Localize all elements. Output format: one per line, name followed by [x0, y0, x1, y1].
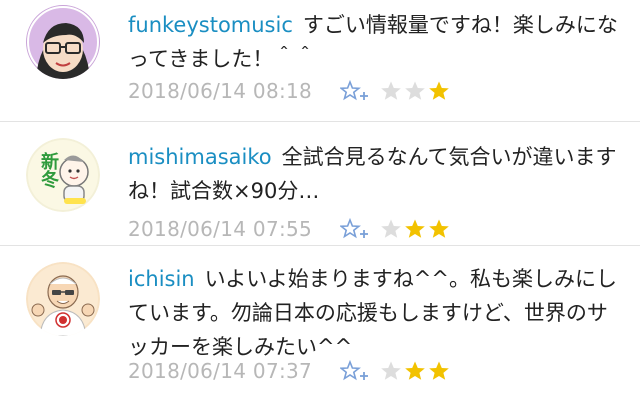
star-filled-icon[interactable] — [404, 218, 426, 240]
comment-text: mishimasaiko 全試合見るなんて気合いが違いますね！試合数×90分… — [128, 140, 618, 208]
star-plus-icon[interactable] — [339, 359, 370, 382]
star-empty-icon[interactable] — [380, 360, 402, 382]
comment-date: 2018/06/14 07:55 — [128, 217, 313, 241]
comment-date: 2018/06/14 07:37 — [128, 359, 313, 383]
comment-username[interactable]: funkeystomusic — [128, 13, 293, 37]
comment-text: ichisin いよいよ始まりますね^^。私も楽しみにしています。勿論日本の応援も… — [128, 262, 618, 364]
comment-meta: 2018/06/14 08:18 — [128, 76, 450, 106]
avatar-glasses-person-icon — [26, 5, 100, 79]
star-filled-icon[interactable] — [428, 80, 450, 102]
star-plus-icon[interactable] — [339, 79, 370, 102]
comment-item: funkeystomusic すごい情報量ですね！楽しみになってきました！＾＾ 2… — [0, 0, 640, 122]
comment-username[interactable]: mishimasaiko — [128, 145, 272, 169]
comment-text: funkeystomusic すごい情報量ですね！楽しみになってきました！＾＾ — [128, 8, 618, 76]
comment-meta: 2018/06/14 07:55 — [128, 214, 450, 244]
rating-stars[interactable] — [380, 80, 450, 102]
star-filled-icon[interactable] — [428, 360, 450, 382]
star-empty-icon[interactable] — [404, 80, 426, 102]
comment-meta: 2018/06/14 07:37 — [128, 356, 450, 386]
comment-body: mishimasaiko 全試合見るなんて気合いが違いますね！試合数×90分… — [128, 140, 618, 208]
comment-body: ichisin いよいよ始まりますね^^。私も楽しみにしています。勿論日本の応援も… — [128, 262, 618, 364]
comment-item: 新冬 mishimasaiko 全試合見るなんて気合いが違いますね！試合数×90分… — [0, 122, 640, 246]
star-filled-icon[interactable] — [428, 218, 450, 240]
avatar[interactable] — [26, 262, 100, 336]
star-empty-icon[interactable] — [380, 218, 402, 240]
avatar[interactable] — [26, 5, 100, 79]
rating-stars[interactable] — [380, 360, 450, 382]
rating-stars[interactable] — [380, 218, 450, 240]
comment-list: funkeystomusic すごい情報量ですね！楽しみになってきました！＾＾ 2… — [0, 0, 640, 405]
comment-message: いよいよ始まりますね^^。私も楽しみにしています。勿論日本の応援もしますけど、世… — [128, 267, 617, 359]
comment-body: funkeystomusic すごい情報量ですね！楽しみになってきました！＾＾ — [128, 8, 618, 76]
avatar[interactable]: 新冬 — [26, 138, 100, 212]
star-filled-icon[interactable] — [404, 360, 426, 382]
avatar-badge-text: 新冬 — [38, 152, 59, 188]
comment-date: 2018/06/14 08:18 — [128, 79, 313, 103]
star-plus-icon[interactable] — [339, 217, 370, 240]
comment-item: ichisin いよいよ始まりますね^^。私も楽しみにしています。勿論日本の応援も… — [0, 246, 640, 405]
star-empty-icon[interactable] — [380, 80, 402, 102]
avatar-old-man-icon — [26, 262, 100, 336]
comment-username[interactable]: ichisin — [128, 267, 195, 291]
